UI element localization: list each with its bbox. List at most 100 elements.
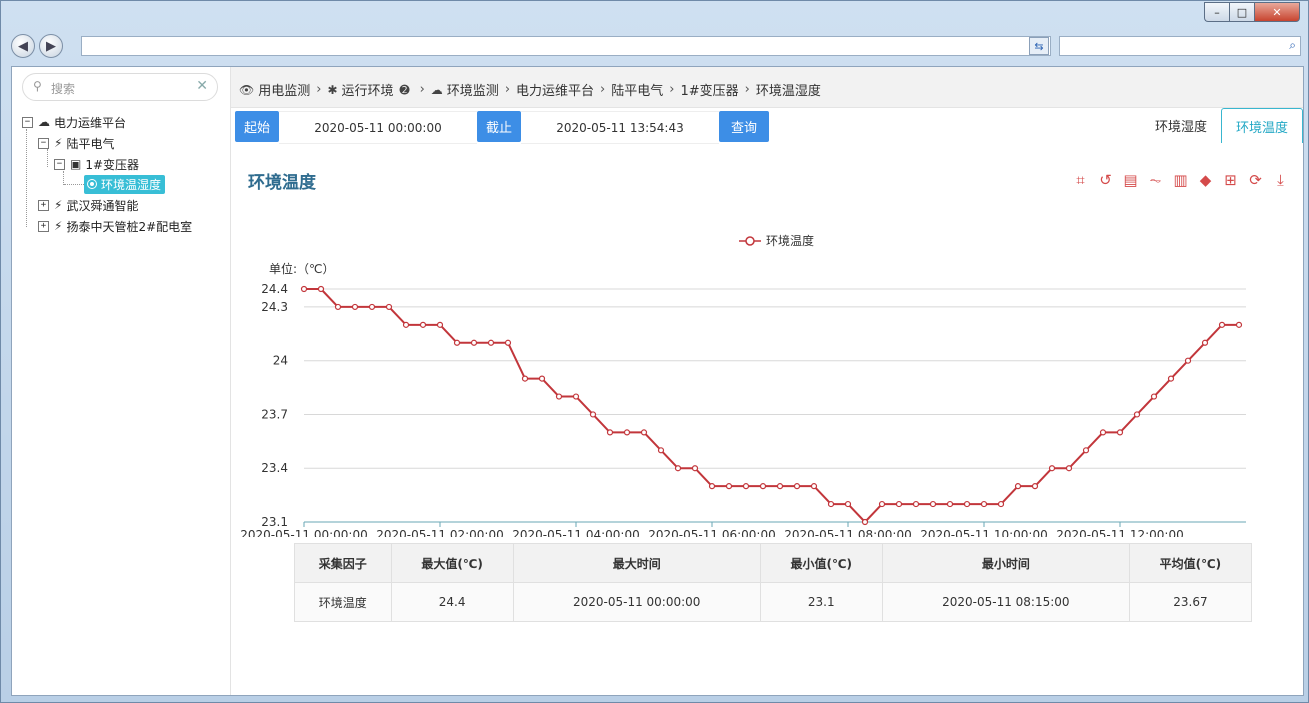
data-point [436, 321, 444, 328]
tree-item-wuhan[interactable]: + ⚡ 武汉舜通智能 [38, 196, 138, 214]
breadcrumb-item[interactable]: 陆平电气 [611, 80, 663, 99]
data-point [487, 339, 495, 346]
series-line-temperature [304, 288, 1239, 523]
chevron-right-icon: › [419, 82, 425, 97]
x-tick-label: 2020-05-11 08:00:00 [784, 528, 911, 537]
platform-icon: ☁ [38, 115, 50, 129]
tree-item-env-temp-humidity[interactable]: 环境温湿度 [84, 174, 166, 194]
data-point [453, 339, 461, 346]
query-button[interactable]: 查询 [719, 111, 769, 142]
data-point [606, 429, 614, 436]
tree-search-input[interactable]: ⚲ 搜索 ✕ [22, 73, 218, 101]
data-point [997, 500, 1005, 508]
data-point [1218, 321, 1226, 328]
clear-icon[interactable]: ✕ [196, 78, 208, 94]
tree-item-yangtai[interactable]: + ⚡ 扬泰中天管桩2#配电室 [38, 217, 192, 235]
address-bar[interactable] [81, 36, 1051, 56]
data-point [1167, 375, 1175, 382]
breadcrumb-item: 环境温湿度 [755, 84, 821, 99]
data-point [844, 500, 852, 508]
min-time-cell: 2020-05-11 08:15:00 [881, 582, 1130, 622]
data-point [929, 500, 937, 508]
data-point [861, 518, 869, 526]
max-value-cell: 24.4 [390, 582, 514, 622]
data-point [623, 429, 631, 436]
time-query-bar: 起始 2020-05-11 00:00:00 截止 2020-05-11 13:… [235, 111, 769, 144]
breadcrumb-item[interactable]: 电力运维平台 [516, 80, 594, 99]
stats-header-row: 采集因子 最大值(℃) 最大时间 最小值(℃) 最小时间 平均值(℃) [294, 543, 1253, 583]
table-row: 环境温度 24.4 2020-05-11 00:00:00 23.1 2020-… [294, 582, 1253, 622]
max-time-cell: 2020-05-11 00:00:00 [512, 582, 761, 622]
data-point [793, 483, 801, 490]
data-point [1065, 465, 1073, 472]
data-point [368, 303, 376, 311]
power-tower-icon: ⚡ [54, 198, 63, 212]
header-cell: 最大时间 [512, 543, 761, 583]
data-point [1116, 429, 1124, 436]
forward-button[interactable]: ▶ [39, 34, 63, 58]
data-point [810, 483, 818, 490]
tab-temperature[interactable]: 环境温度 [1220, 108, 1303, 143]
back-button[interactable]: ◀ [11, 34, 35, 58]
breadcrumb-item[interactable]: 1#变压器 [680, 80, 738, 99]
forward-arrow-icon: ▶ [46, 38, 56, 54]
collapse-icon[interactable]: − [22, 116, 33, 128]
expand-icon[interactable]: + [38, 199, 49, 211]
refresh-button[interactable]: ⇆ [1029, 37, 1049, 55]
stats-table: 采集因子 最大值(℃) 最大时间 最小值(℃) 最小时间 平均值(℃) 环境温度… [294, 543, 1253, 622]
breadcrumb-item[interactable]: 环境监测 [447, 80, 499, 99]
data-point [980, 500, 988, 508]
collapse-icon[interactable]: − [54, 158, 65, 170]
data-point [1133, 411, 1141, 418]
header-cell: 平均值(℃) [1128, 543, 1253, 583]
tree-item-label: 电力运维平台 [54, 115, 127, 130]
browser-navbar: ◀ ▶ ⇆ ⌕ [9, 33, 1302, 61]
data-point [1014, 483, 1022, 490]
tree-item-label: 1#变压器 [85, 157, 140, 172]
data-point [691, 465, 699, 472]
minimize-button[interactable]: – [1204, 2, 1229, 22]
data-point [572, 393, 580, 400]
x-tick-label: 2020-05-11 06:00:00 [648, 528, 775, 537]
data-point [589, 411, 597, 418]
start-time-input[interactable]: 2020-05-11 00:00:00 [279, 111, 477, 144]
data-point [317, 285, 325, 293]
browser-search-box[interactable]: ⌕ [1059, 36, 1301, 56]
tree-item-label: 陆平电气 [66, 136, 115, 151]
y-tick-label: 24.3 [261, 300, 288, 314]
x-tick-label: 2020-05-11 00:00:00 [240, 528, 367, 537]
close-button[interactable]: ✕ [1254, 2, 1300, 22]
header-cell: 最小值(℃) [759, 543, 883, 583]
tree-item-root[interactable]: − ☁ 电力运维平台 [22, 113, 126, 131]
y-tick-label: 24 [273, 354, 288, 368]
legend-label: 环境温度 [766, 233, 814, 248]
power-tower-icon: ⚡ [54, 136, 63, 150]
data-point [385, 303, 393, 311]
data-point [555, 393, 563, 400]
selected-node[interactable]: 环境温湿度 [84, 174, 166, 194]
data-point [640, 429, 648, 436]
tab-humidity[interactable]: 环境湿度 [1141, 108, 1221, 142]
breadcrumb-item[interactable]: 用电监测 [258, 80, 310, 99]
x-tick-label: 2020-05-11 04:00:00 [512, 528, 639, 537]
data-point [895, 500, 903, 508]
tree-item-transformer[interactable]: − ▣ 1#变压器 [54, 155, 139, 173]
browser-window: – □ ✕ ◀ ▶ ⇆ ⌕ ⚲ 搜索 ✕ − ☁ 电力运维平台 − ⚡ 陆平电气… [0, 0, 1309, 703]
tree-guide-line [64, 184, 84, 185]
breadcrumb-item[interactable]: 运行环境 [342, 80, 394, 99]
power-tower-icon: ⚡ [54, 219, 63, 233]
search-icon: ⌕ [1289, 38, 1296, 52]
data-point [742, 483, 750, 490]
data-point [521, 375, 529, 382]
data-point [725, 483, 733, 490]
expand-icon[interactable]: + [38, 220, 49, 232]
data-point [504, 339, 512, 346]
x-tick-label: 2020-05-11 10:00:00 [920, 528, 1047, 537]
end-label: 截止 [477, 111, 521, 142]
end-time-input[interactable]: 2020-05-11 13:54:43 [521, 111, 719, 144]
tree-item-luping[interactable]: − ⚡ 陆平电气 [38, 134, 114, 152]
data-point [1150, 393, 1158, 400]
chevron-right-icon: › [744, 82, 750, 97]
collapse-icon[interactable]: − [38, 137, 49, 149]
maximize-button[interactable]: □ [1229, 2, 1254, 22]
